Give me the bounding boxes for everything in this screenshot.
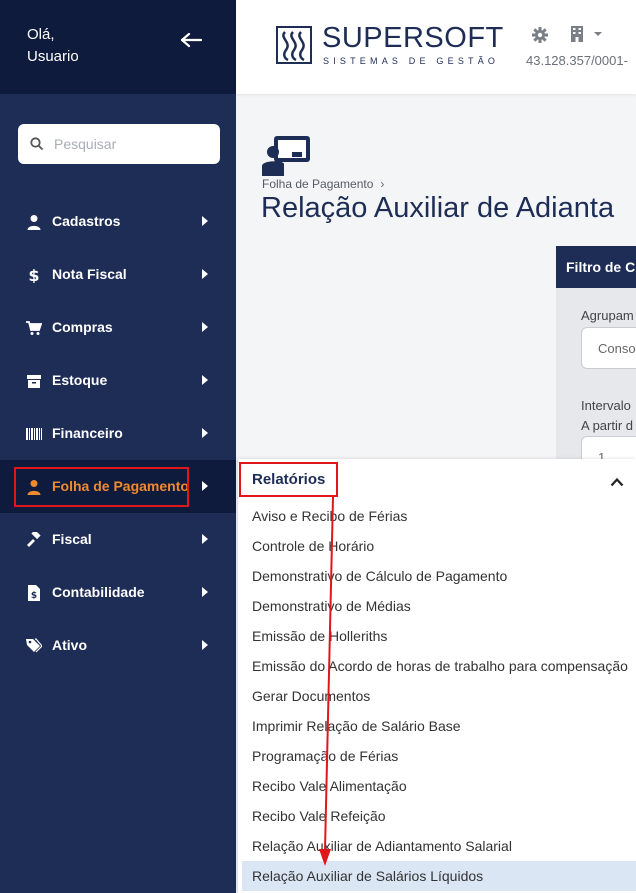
sidebar-user-header: Olá, Usuario bbox=[0, 0, 236, 94]
group-select[interactable]: Conso bbox=[581, 327, 636, 369]
dropdown-item[interactable]: Recibo Vale Alimentação bbox=[242, 771, 636, 801]
relatorios-dropdown: Relatórios Aviso e Recibo de Férias Cont… bbox=[238, 459, 636, 893]
sidebar-item-label: Cadastros bbox=[52, 213, 121, 229]
greeting-text: Olá, bbox=[27, 26, 55, 43]
sidebar-item-contabilidade[interactable]: $ Contabilidade bbox=[0, 566, 236, 619]
dropdown-item[interactable]: Emissão do Acordo de horas de trabalho p… bbox=[242, 651, 636, 681]
caret-right-icon bbox=[202, 216, 208, 226]
dropdown-item[interactable]: Imprimir Relação de Salário Base bbox=[242, 711, 636, 741]
user-icon bbox=[27, 480, 41, 495]
sidebar-item-label: Financeiro bbox=[52, 425, 123, 441]
filter-panel: Filtro de C Agrupam Conso Intervalo A pa… bbox=[556, 246, 636, 466]
chevron-down-icon[interactable] bbox=[594, 32, 602, 36]
sidebar-item-label: Contabilidade bbox=[52, 584, 145, 600]
dropdown-item[interactable]: Demonstrativo de Cálculo de Pagamento bbox=[242, 561, 636, 591]
search-icon bbox=[30, 137, 43, 150]
caret-right-icon bbox=[202, 534, 208, 544]
cart-icon bbox=[26, 321, 42, 335]
user-icon bbox=[27, 215, 41, 230]
caret-right-icon bbox=[202, 428, 208, 438]
supersoft-logo-icon bbox=[276, 26, 312, 64]
chevron-up-icon[interactable] bbox=[610, 477, 624, 487]
sidebar-item-ativo[interactable]: Ativo bbox=[0, 619, 236, 672]
sidebar-item-label: Nota Fiscal bbox=[52, 266, 127, 282]
dropdown-item[interactable]: Aviso e Recibo de Férias bbox=[242, 501, 636, 531]
sidebar-item-label: Folha de Pagamento bbox=[52, 478, 189, 494]
caret-right-icon bbox=[202, 640, 208, 650]
caret-right-icon bbox=[202, 375, 208, 385]
dropdown-item[interactable]: Programação de Férias bbox=[242, 741, 636, 771]
dropdown-item[interactable]: Gerar Documentos bbox=[242, 681, 636, 711]
breadcrumb: Folha de Pagamento › bbox=[262, 177, 384, 191]
sidebar-item-nota-fiscal[interactable]: $ Nota Fiscal bbox=[0, 248, 236, 301]
archive-box-icon bbox=[27, 375, 41, 388]
interval-label: Intervalo bbox=[581, 398, 631, 413]
caret-right-icon bbox=[202, 269, 208, 279]
caret-right-icon bbox=[202, 587, 208, 597]
collapse-sidebar-arrow-icon[interactable] bbox=[180, 32, 202, 48]
building-icon[interactable] bbox=[570, 26, 584, 42]
page-title: Relação Auxiliar de Adianta bbox=[261, 192, 615, 224]
from-label: A partir d bbox=[581, 418, 634, 433]
user-name: Usuario bbox=[27, 48, 79, 65]
dropdown-item-selected[interactable]: Relação Auxiliar de Salários Líquidos bbox=[242, 861, 636, 891]
sidebar-item-cadastros[interactable]: Cadastros bbox=[0, 195, 236, 248]
brand-tagline: SISTEMAS DE GESTÃO bbox=[323, 56, 500, 66]
dropdown-header[interactable]: Relatórios bbox=[252, 471, 325, 488]
top-header: SUPERSOFT SISTEMAS DE GESTÃO 43.128.357/… bbox=[236, 0, 636, 94]
filter-panel-title: Filtro de C bbox=[556, 246, 636, 288]
company-cnpj: 43.128.357/0001- bbox=[526, 53, 628, 68]
group-label: Agrupam bbox=[581, 308, 634, 323]
presentation-icon bbox=[262, 136, 310, 176]
caret-right-icon bbox=[202, 322, 208, 332]
sidebar-item-fiscal[interactable]: Fiscal bbox=[0, 513, 236, 566]
caret-right-icon bbox=[202, 481, 208, 491]
sidebar-item-label: Compras bbox=[52, 319, 113, 335]
sidebar-item-folha-de-pagamento[interactable]: Folha de Pagamento bbox=[0, 460, 236, 513]
user-greeting: Olá, Usuario bbox=[27, 24, 79, 68]
sidebar-item-label: Estoque bbox=[52, 372, 108, 388]
search-box bbox=[18, 124, 220, 164]
invoice-file-icon: $ bbox=[28, 585, 40, 601]
search-input[interactable] bbox=[54, 124, 214, 164]
dollar-icon: $ bbox=[28, 267, 39, 283]
breadcrumb-item[interactable]: Folha de Pagamento bbox=[262, 177, 373, 191]
breadcrumb-separator-icon: › bbox=[380, 177, 385, 191]
gear-icon[interactable] bbox=[532, 27, 548, 43]
sidebar: Olá, Usuario Cadastros $ Nota Fiscal Com… bbox=[0, 0, 236, 893]
svg-text:$: $ bbox=[28, 267, 39, 283]
sidebar-item-label: Fiscal bbox=[52, 531, 92, 547]
sidebar-item-estoque[interactable]: Estoque bbox=[0, 354, 236, 407]
barcode-icon bbox=[26, 428, 42, 440]
sidebar-item-label: Ativo bbox=[52, 637, 87, 653]
tags-icon bbox=[26, 638, 42, 653]
brand-name: SUPERSOFT bbox=[322, 22, 504, 54]
sidebar-item-compras[interactable]: Compras bbox=[0, 301, 236, 354]
gavel-icon bbox=[27, 532, 41, 547]
dropdown-item[interactable]: Recibo Vale Refeição bbox=[242, 801, 636, 831]
dropdown-item[interactable]: Emissão de Holleriths bbox=[242, 621, 636, 651]
svg-text:$: $ bbox=[31, 591, 37, 601]
dropdown-item[interactable]: Demonstrativo de Médias bbox=[242, 591, 636, 621]
dropdown-item[interactable]: Relação Auxiliar de Adiantamento Salaria… bbox=[242, 831, 636, 861]
dropdown-item[interactable]: Controle de Horário bbox=[242, 531, 636, 561]
sidebar-item-financeiro[interactable]: Financeiro bbox=[0, 407, 236, 460]
